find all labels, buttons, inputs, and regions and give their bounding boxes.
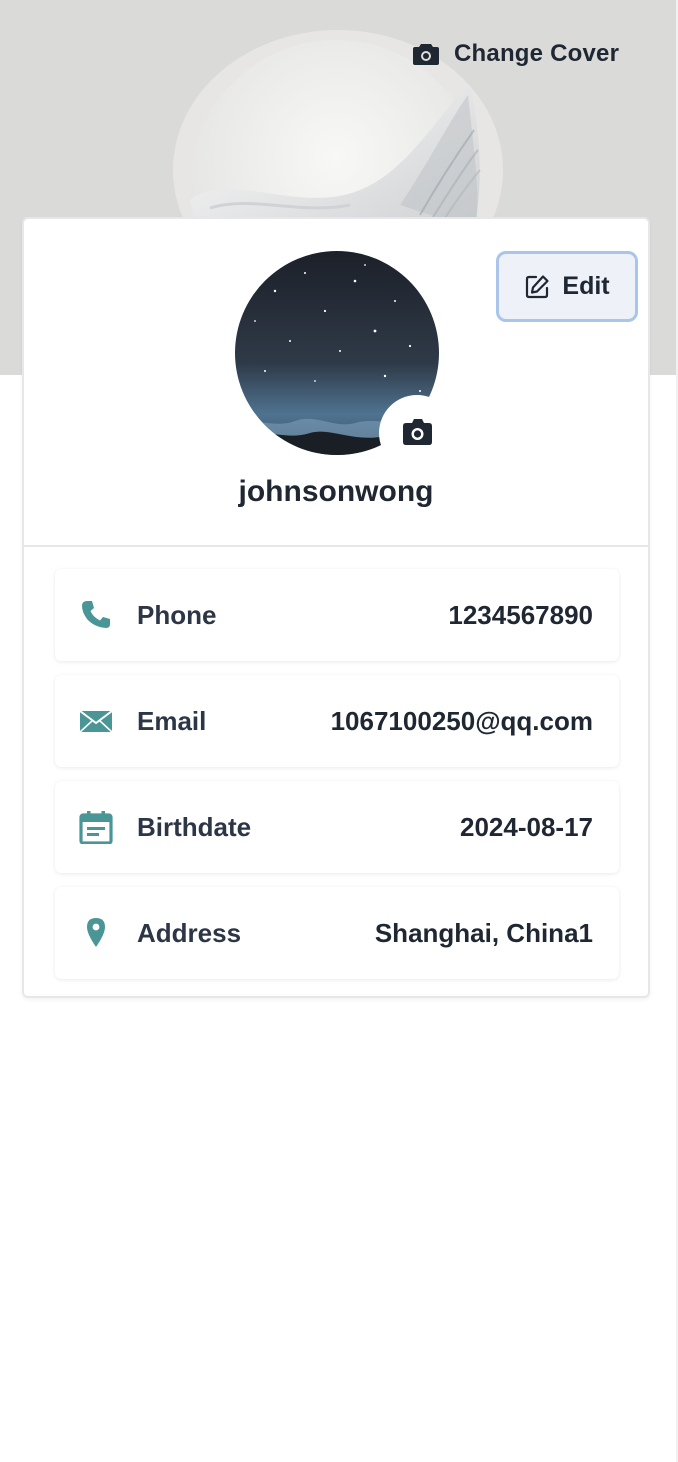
- change-cover-label: Change Cover: [454, 40, 620, 67]
- info-row-address: Address Shanghai, China1: [55, 887, 619, 979]
- camera-icon: [413, 44, 439, 65]
- info-row-email: Email 1067100250@qq.com: [55, 675, 619, 767]
- info-value: Shanghai, China1: [374, 917, 593, 948]
- calendar-icon: [79, 810, 113, 844]
- change-cover-button[interactable]: Change Cover: [412, 36, 619, 72]
- avatar-camera-icon[interactable]: [377, 393, 457, 473]
- username: johnsonwong: [238, 475, 434, 508]
- info-row-phone: Phone 1234567890: [55, 569, 619, 661]
- phone-icon: [79, 598, 113, 632]
- profile-card: Edit johnsonwong Phone 1234567890 Email …: [22, 217, 650, 998]
- info-row-birthdate: Birthdate 2024-08-17: [55, 781, 619, 873]
- info-label: Email: [137, 705, 207, 736]
- profile-page: Change Cover Edit johnsonwong Phone 1234…: [0, 0, 678, 1462]
- info-label: Birthdate: [137, 811, 252, 842]
- info-label: Phone: [137, 599, 217, 630]
- edit-label: Edit: [562, 272, 610, 300]
- info-value: 1067100250@qq.com: [330, 705, 593, 736]
- pencil-square-icon: [526, 274, 549, 298]
- profile-header: Edit johnsonwong: [24, 219, 648, 547]
- mail-icon: [79, 704, 113, 738]
- location-pin-icon: [79, 916, 113, 950]
- info-value: 1234567890: [448, 599, 593, 630]
- info-label: Address: [137, 917, 242, 948]
- info-list: Phone 1234567890 Email 1067100250@qq.com: [55, 569, 619, 993]
- info-value: 2024-08-17: [460, 811, 593, 842]
- avatar[interactable]: [235, 251, 455, 471]
- edit-button[interactable]: Edit: [496, 251, 638, 322]
